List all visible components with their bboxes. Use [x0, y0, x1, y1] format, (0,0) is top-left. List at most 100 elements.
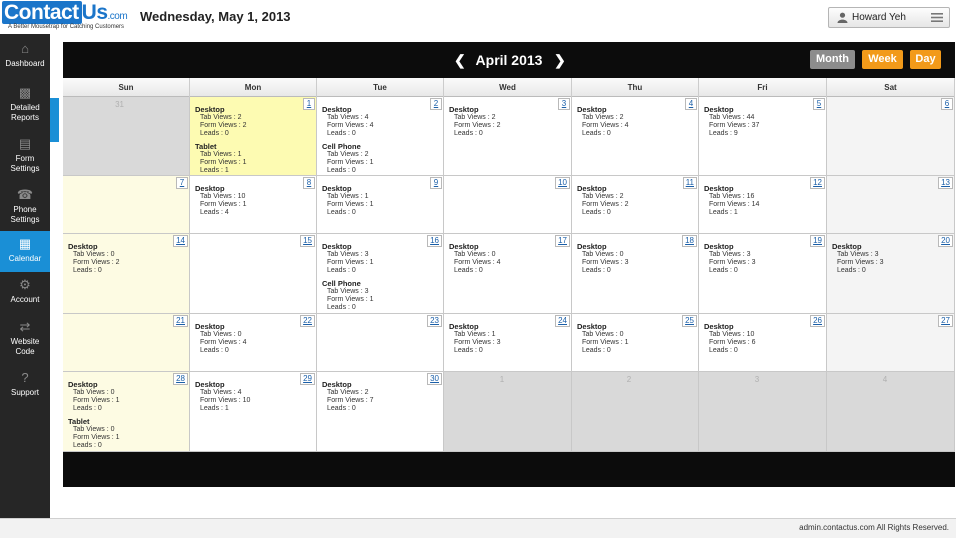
- day-cell[interactable]: 4 Desktop Tab Views : 2 Form Views : 4 Leads…: [572, 97, 699, 176]
- sidebar-item-detailed-reports[interactable]: ▩ Detailed Reports: [0, 80, 50, 123]
- sidebar-item-dashboard[interactable]: ⌂ Dashboard: [0, 36, 50, 77]
- stat-value: 0: [733, 347, 738, 354]
- day-cell[interactable]: 27: [827, 314, 955, 372]
- user-menu-button[interactable]: Howard Yeh: [828, 7, 950, 28]
- day-cell[interactable]: 8 Desktop Tab Views : 10 Form Views : 1 Lead…: [190, 176, 317, 234]
- month-view-button[interactable]: Month: [810, 50, 855, 69]
- day-number-link[interactable]: 17: [555, 235, 570, 247]
- day-number-link[interactable]: 26: [810, 315, 825, 327]
- day-number-link[interactable]: 14: [173, 235, 188, 247]
- day-number-link[interactable]: 19: [810, 235, 825, 247]
- day-cell[interactable]: 26 Desktop Tab Views : 10 Form Views : 6 Lea…: [699, 314, 827, 372]
- day-number-link[interactable]: 16: [427, 235, 442, 247]
- day-number-link[interactable]: 22: [300, 315, 315, 327]
- day-cell[interactable]: 16 Desktop Tab Views : 3 Form Views : 1 Lead…: [317, 234, 444, 314]
- day-number-link[interactable]: 13: [938, 177, 953, 189]
- day-number-link[interactable]: 7: [176, 177, 188, 189]
- stat-label: Form Views :: [200, 159, 243, 166]
- sidebar-item-account[interactable]: ⚙ Account: [0, 272, 50, 313]
- tab-views-stat: Tab Views : 2: [322, 389, 374, 397]
- stat-label: Leads :: [582, 130, 607, 137]
- day-cell[interactable]: 19 Desktop Tab Views : 3 Form Views : 3 Lead…: [699, 234, 827, 314]
- day-cell[interactable]: 9 Desktop Tab Views : 1 Form Views : 1 Leads…: [317, 176, 444, 234]
- day-number-link[interactable]: 15: [300, 235, 315, 247]
- day-cell[interactable]: 6: [827, 97, 955, 176]
- day-cell[interactable]: 29 Desktop Tab Views : 4 Form Views : 10 Lea…: [190, 372, 317, 452]
- day-cell[interactable]: 11 Desktop Tab Views : 2 Form Views : 2 Lead…: [572, 176, 699, 234]
- day-number-link[interactable]: 3: [558, 98, 570, 110]
- day-number-link[interactable]: 8: [303, 177, 315, 189]
- day-cell[interactable]: 13: [827, 176, 955, 234]
- day-view-button[interactable]: Day: [910, 50, 941, 69]
- day-cell[interactable]: 21: [63, 314, 190, 372]
- day-cell[interactable]: 25 Desktop Tab Views : 0 Form Views : 1 Lead…: [572, 314, 699, 372]
- day-cell[interactable]: 23: [317, 314, 444, 372]
- day-number-link[interactable]: 2: [430, 98, 442, 110]
- day-number-link[interactable]: 9: [430, 177, 442, 189]
- stat-label: Form Views :: [454, 259, 497, 266]
- day-number-link[interactable]: 29: [300, 373, 315, 385]
- sidebar-item-phone-settings[interactable]: ☎ Phone Settings: [0, 182, 50, 225]
- day-cell[interactable]: 2: [572, 372, 699, 452]
- day-cell[interactable]: 18 Desktop Tab Views : 0 Form Views : 3 Lead…: [572, 234, 699, 314]
- stat-label: Tab Views :: [73, 251, 111, 258]
- day-cell[interactable]: 15: [190, 234, 317, 314]
- day-number-link[interactable]: 11: [682, 177, 697, 189]
- day-number-link[interactable]: 27: [938, 315, 953, 327]
- day-cell[interactable]: 5 Desktop Tab Views : 44 Form Views : 37 Lea…: [699, 97, 827, 176]
- stat-value: 37: [751, 122, 760, 129]
- day-number-link[interactable]: 25: [682, 315, 697, 327]
- leads-stat: Leads : 0: [68, 405, 120, 413]
- day-cell[interactable]: 22 Desktop Tab Views : 0 Form Views : 4 Lead…: [190, 314, 317, 372]
- day-cell[interactable]: 14 Desktop Tab Views : 0 Form Views : 2 Lead…: [63, 234, 190, 314]
- sidebar-item-calendar[interactable]: ▦ Calendar: [0, 231, 50, 272]
- stat-label: Tab Views :: [454, 331, 492, 338]
- day-cell[interactable]: 28 Desktop Tab Views : 0 Form Views : 1 Lead…: [63, 372, 190, 452]
- day-cell[interactable]: 1 Desktop Tab Views : 2 Form Views : 2 Leads…: [190, 97, 317, 176]
- day-cell[interactable]: 1: [444, 372, 572, 452]
- day-number-link[interactable]: 21: [173, 315, 188, 327]
- day-number-link[interactable]: 30: [427, 373, 442, 385]
- device-name: Desktop: [68, 380, 98, 389]
- sidebar-item-support[interactable]: ? Support: [0, 365, 50, 406]
- day-number-link[interactable]: 4: [685, 98, 697, 110]
- day-cell[interactable]: 12 Desktop Tab Views : 16 Form Views : 14 Le…: [699, 176, 827, 234]
- stat-label: Tab Views :: [709, 193, 747, 200]
- day-cell[interactable]: 2 Desktop Tab Views : 4 Form Views : 4 Leads…: [317, 97, 444, 176]
- day-number-link[interactable]: 24: [555, 315, 570, 327]
- stat-label: Tab Views :: [200, 389, 238, 396]
- sidebar-item-website-code[interactable]: ⇄ Website Code: [0, 314, 50, 357]
- day-cell[interactable]: 4: [827, 372, 955, 452]
- stat-value: 0: [110, 251, 115, 258]
- week-view-button[interactable]: Week: [862, 50, 903, 69]
- day-number-link[interactable]: 10: [555, 177, 570, 189]
- stat-value: 2: [242, 122, 247, 129]
- next-month-chevron-icon[interactable]: ❯: [554, 52, 566, 69]
- day-cell[interactable]: 10: [444, 176, 572, 234]
- stat-value: 1: [369, 201, 374, 208]
- stat-value: 0: [351, 267, 356, 274]
- day-number-link[interactable]: 18: [682, 235, 697, 247]
- day-cell[interactable]: 31: [63, 97, 190, 176]
- day-number-link[interactable]: 6: [941, 98, 953, 110]
- day-number-link[interactable]: 1: [303, 98, 315, 110]
- day-number-link[interactable]: 23: [427, 315, 442, 327]
- day-number-link[interactable]: 5: [813, 98, 825, 110]
- day-number-link[interactable]: 12: [810, 177, 825, 189]
- form-views-stat: Form Views : 4: [322, 122, 374, 130]
- day-cell[interactable]: 3 Desktop Tab Views : 2 Form Views : 2 Leads…: [444, 97, 572, 176]
- day-cell[interactable]: 30 Desktop Tab Views : 2 Form Views : 7 Lead…: [317, 372, 444, 452]
- day-cell[interactable]: 24 Desktop Tab Views : 1 Form Views : 3 Lead…: [444, 314, 572, 372]
- leads-stat: Leads : 0: [832, 267, 884, 275]
- day-number-link[interactable]: 28: [173, 373, 188, 385]
- sidebar-item-label: Calendar: [8, 254, 42, 263]
- device-name: Desktop: [322, 105, 352, 114]
- day-cell[interactable]: 17 Desktop Tab Views : 0 Form Views : 4 Lead…: [444, 234, 572, 314]
- day-cell[interactable]: 3: [699, 372, 827, 452]
- day-cell[interactable]: 20 Desktop Tab Views : 3 Form Views : 3 Lead…: [827, 234, 955, 314]
- day-number-link[interactable]: 20: [938, 235, 953, 247]
- contactus-logo[interactable]: Contact Us.com A Better Mousetrap for Cat…: [2, 1, 128, 32]
- stat-value: 0: [351, 304, 356, 311]
- sidebar-item-form-settings[interactable]: ▤ Form Settings: [0, 131, 50, 174]
- day-cell[interactable]: 7: [63, 176, 190, 234]
